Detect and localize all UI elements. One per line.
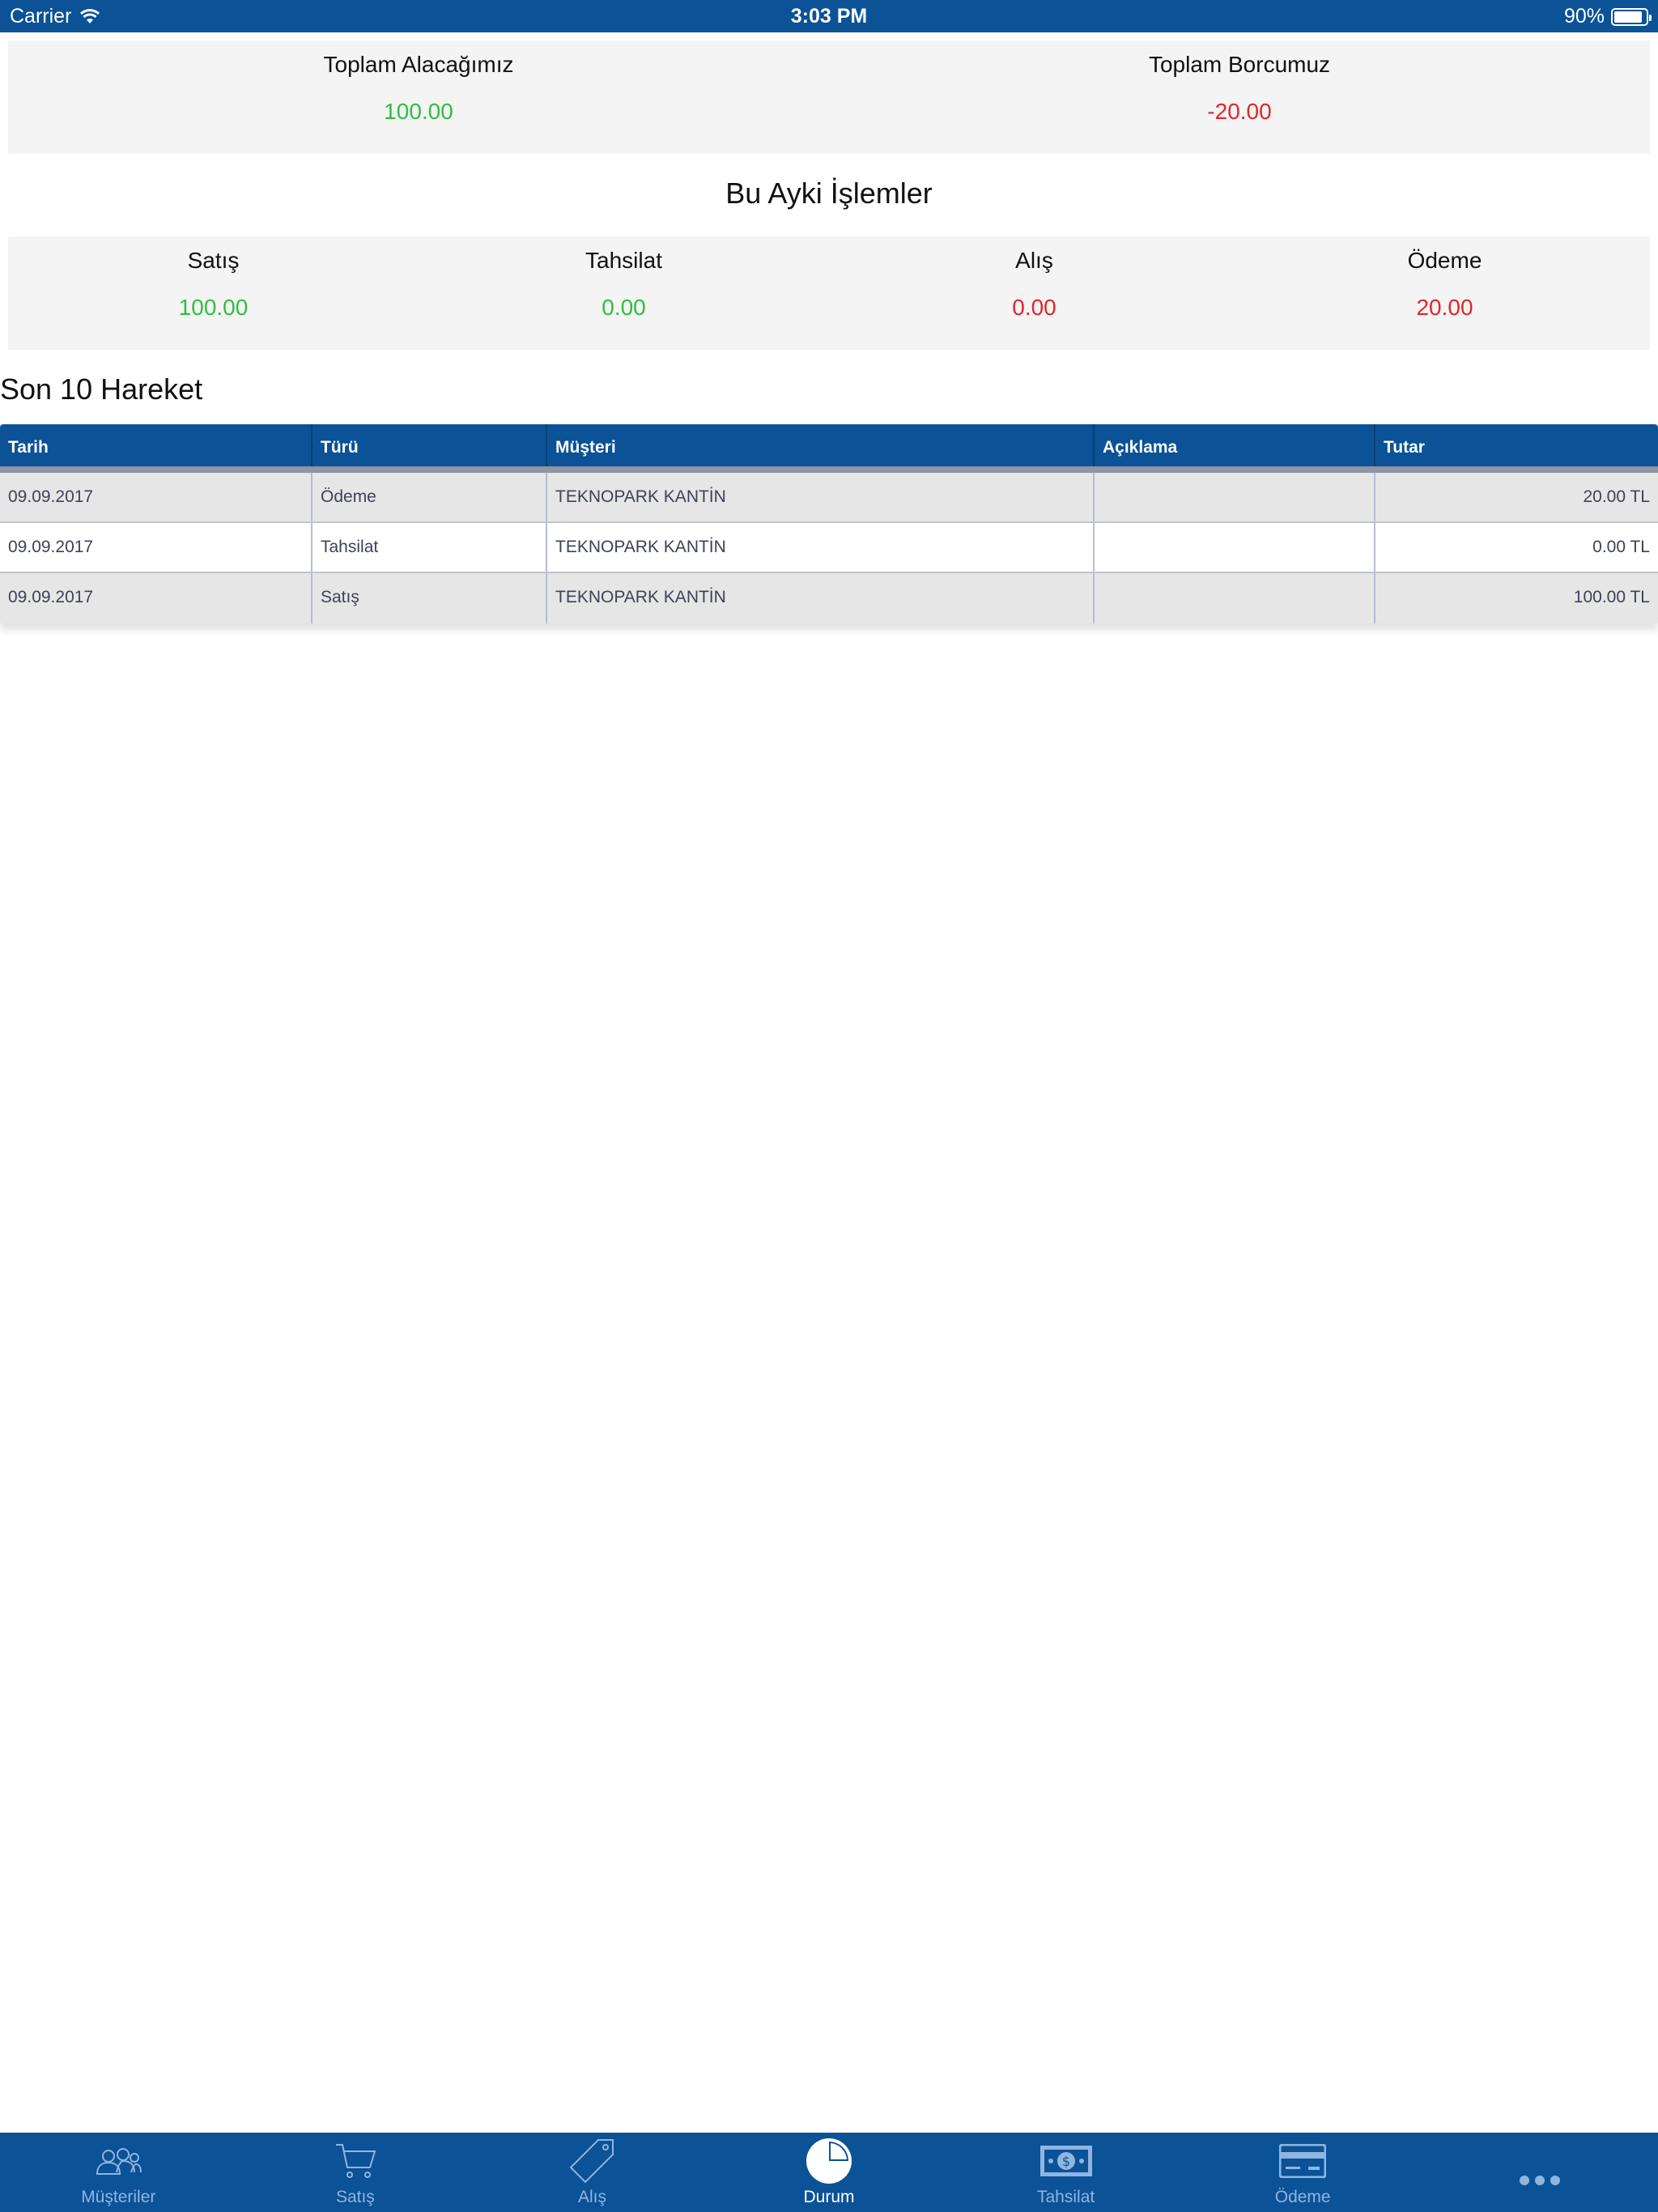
tab-customers[interactable]: Müşteriler: [0, 2133, 237, 2212]
cell-amount: 0.00 TL: [1592, 538, 1650, 556]
tab-payment-label: Ödeme: [1274, 2188, 1331, 2206]
monthly-payment-label: Ödeme: [1407, 248, 1482, 273]
table-row[interactable]: 09.09.2017 Tahsilat TEKNOPARK KANTİN 0.0…: [0, 523, 1658, 573]
tag-icon: [570, 2139, 614, 2184]
total-receivable-label: Toplam Alacağımız: [323, 52, 514, 77]
cart-icon: [335, 2144, 376, 2178]
monthly-purchase-label: Alış: [1015, 248, 1053, 273]
table-header: Tarih Türü Müşteri Açıklama Tutar: [0, 424, 1658, 473]
svg-text:$: $: [1062, 2154, 1070, 2169]
recent-transactions-title: Son 10 Hareket: [0, 372, 203, 406]
cell-amount: 20.00 TL: [1583, 487, 1650, 506]
tab-sales[interactable]: Satış: [237, 2133, 474, 2212]
cell-type: Satış: [312, 573, 547, 623]
tab-status-label: Durum: [803, 2188, 855, 2206]
table-row[interactable]: 09.09.2017 Ödeme TEKNOPARK KANTİN 20.00 …: [0, 473, 1658, 523]
monthly-collection: Tahsilat 0.00: [419, 236, 829, 321]
column-header-amount[interactable]: Tutar: [1375, 424, 1658, 466]
battery-percent: 90%: [1563, 5, 1605, 28]
battery-icon: [1611, 7, 1652, 26]
column-header-date[interactable]: Tarih: [0, 424, 312, 466]
total-receivable: Toplam Alacağımız 100.00: [8, 40, 829, 125]
monthly-payment: Ödeme 20.00: [1239, 236, 1650, 321]
status-bar: Carrier 3:03 PM 90%: [0, 0, 1658, 32]
table-row[interactable]: 09.09.2017 Satış TEKNOPARK KANTİN 100.00…: [0, 573, 1658, 623]
cash-icon: $: [1039, 2146, 1092, 2176]
tab-bar: Müşteriler Satış Alış Durum $ Tahsilat Ö…: [0, 2133, 1658, 2212]
monthly-collection-label: Tahsilat: [585, 248, 662, 273]
tab-more[interactable]: [1421, 2133, 1658, 2212]
total-payable: Toplam Borcumuz -20.00: [829, 40, 1650, 125]
total-receivable-value: 100.00: [384, 99, 453, 124]
tab-customers-label: Müşteriler: [81, 2188, 156, 2206]
total-payable-value: -20.00: [1207, 99, 1272, 124]
cell-date: 09.09.2017: [0, 573, 312, 623]
tab-payment[interactable]: Ödeme: [1184, 2133, 1422, 2212]
column-header-type[interactable]: Türü: [312, 424, 547, 466]
tab-purchase[interactable]: Alış: [474, 2133, 711, 2212]
cell-description: [1095, 523, 1375, 572]
cell-description: [1095, 573, 1375, 623]
totals-panel: Toplam Alacağımız 100.00 Toplam Borcumuz…: [8, 40, 1650, 154]
cell-amount: 100.00 TL: [1573, 588, 1650, 606]
cell-date: 09.09.2017: [0, 523, 312, 572]
tab-collection-label: Tahsilat: [1037, 2188, 1095, 2206]
cell-type: Ödeme: [312, 473, 547, 521]
tab-purchase-label: Alış: [577, 2188, 606, 2206]
battery-info: 90%: [1563, 5, 1652, 28]
battery-level-fill: [1614, 11, 1643, 23]
customers-icon: [96, 2148, 142, 2175]
total-payable-label: Toplam Borcumuz: [1148, 52, 1331, 77]
tab-collection[interactable]: $ Tahsilat: [947, 2133, 1184, 2212]
tab-sales-label: Satış: [335, 2188, 375, 2206]
cell-customer: TEKNOPARK KANTİN: [547, 473, 1095, 521]
cell-type: Tahsilat: [312, 523, 547, 572]
more-icon: [1519, 2176, 1560, 2185]
monthly-panel: Satış 100.00 Tahsilat 0.00 Alış 0.00 Öde…: [8, 236, 1650, 350]
monthly-sales-value: 100.00: [178, 295, 249, 320]
credit-card-icon: [1279, 2144, 1327, 2178]
pie-chart-icon: [806, 2138, 852, 2184]
column-header-customer[interactable]: Müşteri: [547, 424, 1095, 466]
cell-description: [1095, 473, 1375, 521]
tab-status[interactable]: Durum: [711, 2133, 948, 2212]
monthly-sales-label: Satış: [187, 248, 240, 273]
recent-transactions-table: Tarih Türü Müşteri Açıklama Tutar 09.09.…: [0, 424, 1658, 623]
monthly-purchase-value: 0.00: [1012, 295, 1056, 320]
monthly-sales: Satış 100.00: [8, 236, 419, 321]
monthly-collection-value: 0.00: [602, 295, 646, 320]
column-header-description[interactable]: Açıklama: [1095, 424, 1375, 466]
status-time: 3:03 PM: [790, 5, 868, 28]
monthly-purchase: Alış 0.00: [829, 236, 1239, 321]
cell-customer: TEKNOPARK KANTİN: [547, 523, 1095, 572]
cell-customer: TEKNOPARK KANTİN: [547, 573, 1095, 623]
monthly-title: Bu Ayki İşlemler: [725, 177, 933, 210]
monthly-payment-value: 20.00: [1416, 295, 1473, 320]
cell-date: 09.09.2017: [0, 473, 312, 521]
